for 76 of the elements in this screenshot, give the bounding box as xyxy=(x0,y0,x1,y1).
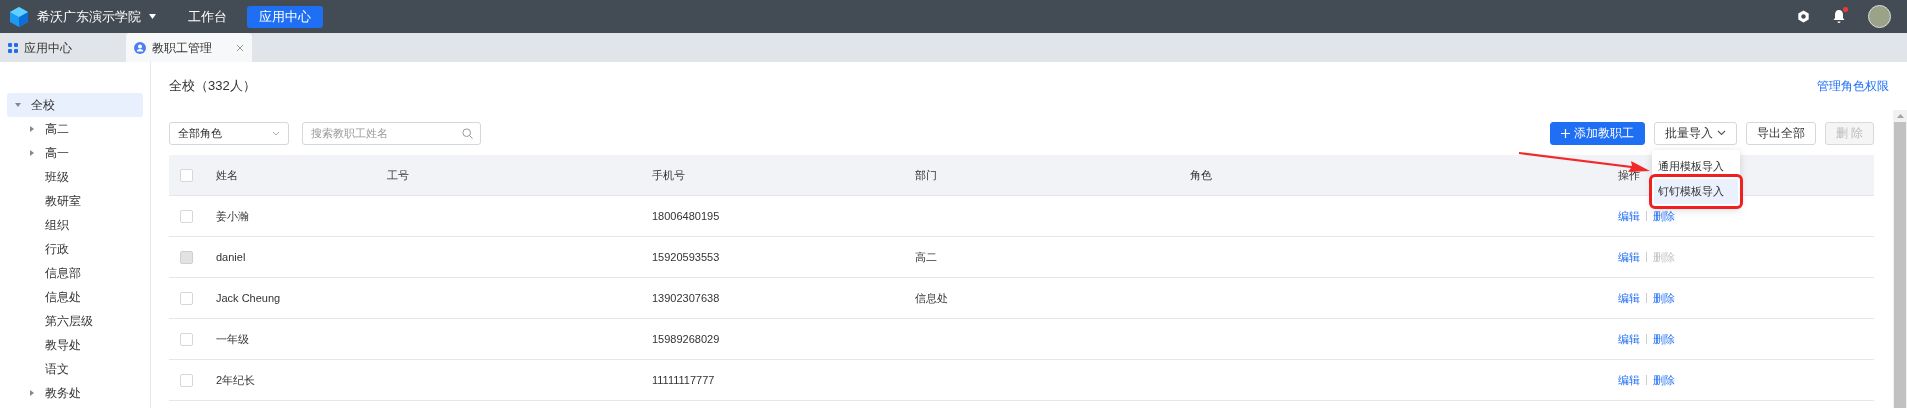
nav-tab[interactable]: 应用中心 xyxy=(247,5,323,28)
grid-icon xyxy=(8,42,18,53)
column-header: 姓名 xyxy=(216,167,238,183)
settings-icon[interactable] xyxy=(1797,10,1810,23)
delete-link[interactable]: 删除 xyxy=(1653,207,1675,225)
table-cell-text: 姜小瀚 xyxy=(216,208,249,224)
bell-icon[interactable] xyxy=(1832,9,1846,24)
table-cell-text: 2年纪长 xyxy=(216,372,256,388)
org-switcher[interactable]: 希沃广东演示学院 xyxy=(37,6,156,27)
manage-roles-link[interactable]: 管理角色权限 xyxy=(1817,77,1889,95)
checkbox[interactable] xyxy=(180,168,193,182)
tree-item[interactable]: 班级 xyxy=(7,165,143,189)
table-cell-text: 13902307638 xyxy=(652,290,720,306)
tree-item[interactable]: 教研室 xyxy=(7,189,143,213)
tree-item[interactable]: 教务处 xyxy=(7,381,143,405)
table-cell-text: 高二 xyxy=(915,249,937,265)
tree-item[interactable]: 组织 xyxy=(7,213,143,237)
column-header: 操作 xyxy=(1618,167,1640,183)
table-cell-text: 15920593553 xyxy=(652,249,720,265)
menu-item[interactable]: 通用模板导入 xyxy=(1653,153,1738,179)
page-tab[interactable]: 应用中心 xyxy=(0,33,126,62)
delete-link[interactable]: 删除 xyxy=(1653,330,1675,348)
checkbox[interactable] xyxy=(180,291,193,305)
checkbox[interactable] xyxy=(180,332,193,346)
checkbox[interactable] xyxy=(180,373,193,387)
column-header: 角色 xyxy=(1190,167,1212,183)
scrollbar[interactable] xyxy=(1893,110,1907,408)
column-header: 手机号 xyxy=(652,167,685,183)
caret-down-icon xyxy=(149,14,156,19)
table-cell-text: 11111117777 xyxy=(652,372,715,388)
caret-icon[interactable] xyxy=(15,102,21,108)
table-cell-text: 信息处 xyxy=(915,290,948,306)
search-field[interactable]: 搜索教职工姓名 xyxy=(302,121,481,145)
caret-icon[interactable] xyxy=(29,390,35,396)
action-button[interactable]: 批量导入 xyxy=(1653,121,1737,145)
table-cell-text: Jack Cheung xyxy=(216,290,281,306)
tree-item[interactable]: 第六层级 xyxy=(7,309,143,333)
cube-logo-icon xyxy=(8,5,30,28)
edit-link[interactable]: 编辑 xyxy=(1618,207,1640,225)
column-header: 工号 xyxy=(387,167,409,183)
search-icon xyxy=(462,127,473,139)
caret-icon[interactable] xyxy=(29,126,35,132)
action-button[interactable]: 添加教职工 xyxy=(1549,121,1645,145)
tree-item[interactable]: 信息处 xyxy=(7,285,143,309)
edit-link[interactable]: 编辑 xyxy=(1618,371,1640,389)
chevron-down-icon xyxy=(1716,130,1726,136)
column-header: 部门 xyxy=(915,167,937,183)
page-tab[interactable]: 教职工管理 xyxy=(126,33,252,62)
tree-item[interactable]: 高一 xyxy=(7,141,143,165)
table-cell-text: daniel xyxy=(216,249,246,265)
action-button[interactable]: 导出全部 xyxy=(1745,121,1816,145)
caret-icon[interactable] xyxy=(29,150,35,156)
edit-link[interactable]: 编辑 xyxy=(1618,330,1640,348)
close-icon[interactable] xyxy=(236,43,244,52)
table-cell-text: 18006480195 xyxy=(652,208,720,224)
edit-link[interactable]: 编辑 xyxy=(1618,289,1640,307)
edit-link[interactable]: 编辑 xyxy=(1618,248,1640,266)
table-cell-text: 15989268029 xyxy=(652,331,720,347)
tree-item[interactable]: 全校 xyxy=(7,93,143,117)
user-icon xyxy=(134,41,146,54)
checkbox[interactable] xyxy=(180,209,193,223)
chevron-down-icon xyxy=(272,130,280,136)
tree-item[interactable]: 教导处 xyxy=(7,333,143,357)
page-title: 全校（332人） xyxy=(169,77,256,96)
avatar[interactable] xyxy=(1868,5,1891,28)
plus-icon xyxy=(1560,128,1570,138)
scroll-up-icon[interactable] xyxy=(1896,114,1904,118)
tree-item[interactable]: 信息部 xyxy=(7,261,143,285)
tree-item[interactable]: 高二 xyxy=(7,117,143,141)
tree-item[interactable]: 行政 xyxy=(7,237,143,261)
table-cell-text: 一年级 xyxy=(216,331,249,347)
tree-item[interactable]: 语文 xyxy=(7,357,143,381)
delete-link[interactable]: 删除 xyxy=(1653,371,1675,389)
delete-link[interactable]: 删除 xyxy=(1653,289,1675,307)
nav-tab[interactable]: 工作台 xyxy=(176,5,239,28)
role-select[interactable]: 全部角色 xyxy=(169,121,289,145)
